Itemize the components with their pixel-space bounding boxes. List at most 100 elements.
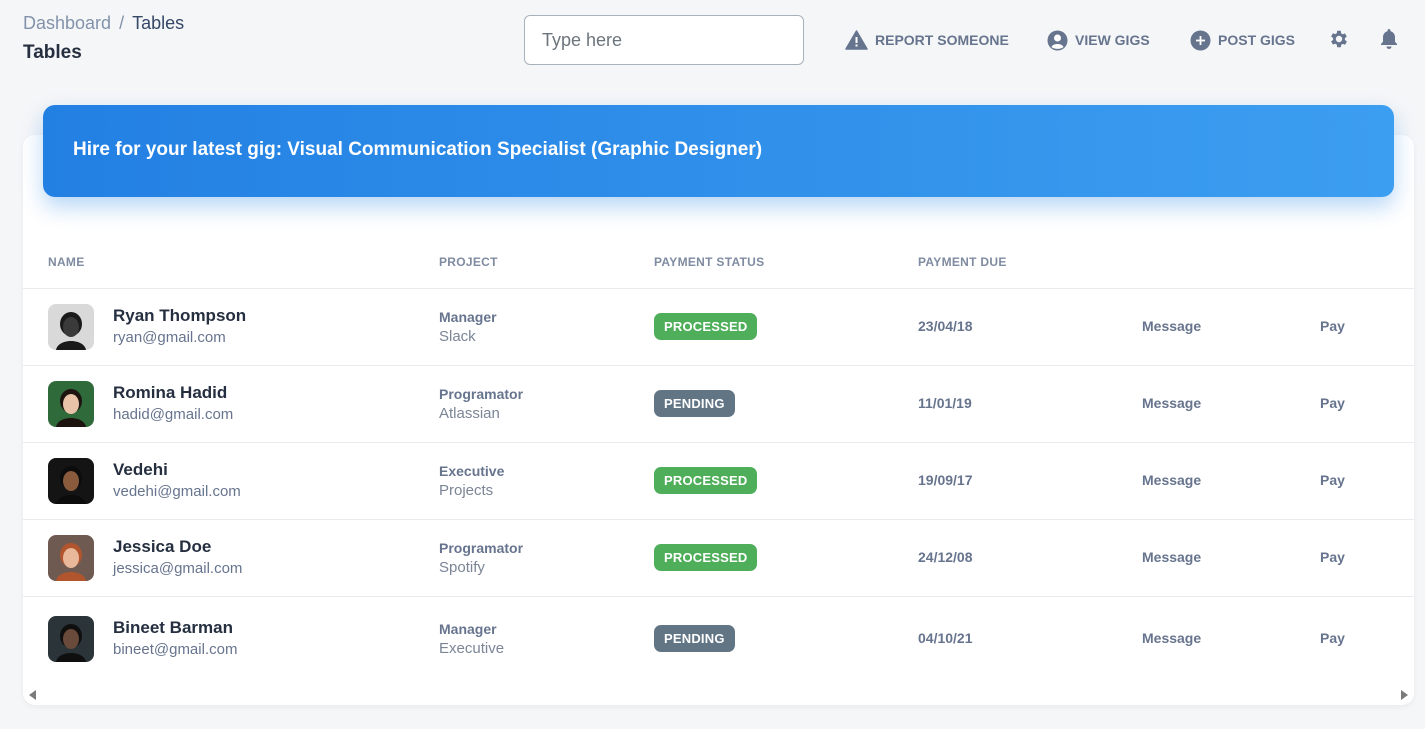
header-empty-message (1142, 236, 1320, 289)
cell-payment-due: 11/01/19 (918, 365, 1142, 443)
table-row: Vedehi vedehi@gmail.com Executive Projec… (23, 442, 1414, 520)
avatar (48, 534, 94, 581)
status-badge: PENDING (654, 625, 735, 653)
message-link[interactable]: Message (1142, 318, 1201, 334)
cell-message: Message (1142, 365, 1320, 443)
user-name: Ryan Thompson (113, 306, 247, 325)
project-role: Manager (439, 620, 497, 637)
breadcrumb-parent[interactable]: Dashboard (23, 13, 111, 33)
avatar (48, 380, 94, 427)
user-cell: Vedehi vedehi@gmail.com (48, 457, 439, 504)
cell-pay: Pay (1320, 519, 1414, 597)
search-input[interactable] (524, 15, 804, 65)
post-gigs-link[interactable]: POST GIGS (1190, 29, 1295, 51)
table-row: Romina Hadid hadid@gmail.com Programator… (23, 365, 1414, 443)
cell-payment-status: PROCESSED (654, 288, 918, 366)
cell-pay: Pay (1320, 288, 1414, 366)
cell-payment-status: PENDING (654, 596, 918, 681)
user-email: hadid@gmail.com (113, 406, 234, 423)
breadcrumb-current: Tables (132, 13, 185, 33)
users-table: NAME PROJECT PAYMENT STATUS PAYMENT DUE (23, 236, 1414, 681)
cell-project: Manager Executive (439, 596, 654, 681)
plus-circle-icon (1190, 30, 1211, 50)
user-cell: Bineet Barman bineet@gmail.com (48, 615, 439, 662)
warning-icon (845, 30, 868, 50)
cell-payment-status: PROCESSED (654, 519, 918, 597)
project-role: Manager (439, 308, 497, 325)
cell-project: Programator Spotify (439, 519, 654, 597)
user-circle-icon (1047, 30, 1068, 50)
cell-payment-due: 19/09/17 (918, 442, 1142, 520)
user-name: Jessica Doe (113, 537, 212, 556)
user-email: bineet@gmail.com (113, 641, 238, 659)
scroll-left-arrow-icon[interactable] (28, 688, 37, 706)
cell-name: Jessica Doe jessica@gmail.com (23, 519, 439, 597)
message-link[interactable]: Message (1142, 549, 1201, 565)
horizontal-scrollbar[interactable] (23, 684, 1414, 704)
user-email: ryan@gmail.com (113, 329, 226, 346)
header-payment-due: PAYMENT DUE (918, 236, 1142, 289)
project-org: Executive (439, 639, 505, 657)
scroll-right-arrow-icon[interactable] (1400, 688, 1409, 706)
cell-payment-status: PROCESSED (654, 442, 918, 520)
cell-payment-due: 04/10/21 (918, 596, 1142, 681)
view-gigs-label: VIEW GIGS (1075, 32, 1150, 48)
status-badge: PROCESSED (654, 313, 758, 340)
status-badge: PENDING (654, 390, 735, 417)
cell-payment-status: PENDING (654, 365, 918, 443)
cell-payment-due: 23/04/18 (918, 288, 1142, 366)
payment-due-date: 24/12/08 (918, 548, 973, 565)
table-row: Jessica Doe jessica@gmail.com Programato… (23, 519, 1414, 597)
cell-name: Vedehi vedehi@gmail.com (23, 442, 439, 520)
cell-project: Programator Atlassian (439, 365, 654, 443)
cell-pay: Pay (1320, 596, 1414, 681)
breadcrumb-separator: / (119, 13, 125, 33)
breadcrumb: Dashboard / Tables (23, 13, 184, 34)
pay-link[interactable]: Pay (1320, 630, 1345, 646)
pay-link[interactable]: Pay (1320, 472, 1345, 488)
user-name: Vedehi (113, 460, 168, 479)
project-role: Programator (439, 539, 524, 556)
user-cell: Romina Hadid hadid@gmail.com (48, 380, 439, 427)
user-name: Romina Hadid (113, 383, 228, 402)
pay-link[interactable]: Pay (1320, 549, 1345, 565)
cell-message: Message (1142, 442, 1320, 520)
avatar (48, 457, 94, 504)
user-cell: Jessica Doe jessica@gmail.com (48, 534, 439, 581)
project-org: Atlassian (439, 404, 500, 422)
message-link[interactable]: Message (1142, 472, 1201, 488)
header-project: PROJECT (439, 236, 654, 289)
gig-banner: Hire for your latest gig: Visual Communi… (43, 105, 1394, 197)
gig-banner-text: Hire for your latest gig: Visual Communi… (73, 139, 763, 160)
pay-link[interactable]: Pay (1320, 318, 1345, 334)
header-name: NAME (23, 236, 439, 289)
payment-due-date: 04/10/21 (918, 629, 973, 646)
notifications-button[interactable] (1379, 28, 1399, 55)
header-empty-pay (1320, 236, 1414, 289)
cell-project: Executive Projects (439, 442, 654, 520)
message-link[interactable]: Message (1142, 630, 1201, 646)
avatar (48, 615, 94, 662)
cell-pay: Pay (1320, 365, 1414, 443)
settings-button[interactable] (1328, 28, 1350, 55)
user-name: Bineet Barman (113, 618, 233, 638)
page-title: Tables (23, 42, 82, 63)
message-link[interactable]: Message (1142, 395, 1201, 411)
cell-payment-due: 24/12/08 (918, 519, 1142, 597)
view-gigs-link[interactable]: VIEW GIGS (1047, 29, 1150, 51)
cell-message: Message (1142, 596, 1320, 681)
table-row: Bineet Barman bineet@gmail.com Manager E… (23, 596, 1414, 681)
user-email: jessica@gmail.com (113, 560, 243, 577)
status-badge: PROCESSED (654, 467, 758, 494)
user-email: vedehi@gmail.com (113, 483, 241, 500)
project-org: Spotify (439, 558, 485, 576)
gear-icon (1331, 30, 1347, 48)
report-someone-link[interactable]: REPORT SOMEONE (845, 29, 1009, 51)
cell-name: Romina Hadid hadid@gmail.com (23, 365, 439, 443)
payment-due-date: 19/09/17 (918, 471, 973, 488)
report-someone-label: REPORT SOMEONE (875, 32, 1009, 48)
status-badge: PROCESSED (654, 544, 758, 571)
pay-link[interactable]: Pay (1320, 395, 1345, 411)
project-org: Projects (439, 481, 494, 499)
project-role: Executive (439, 462, 505, 479)
